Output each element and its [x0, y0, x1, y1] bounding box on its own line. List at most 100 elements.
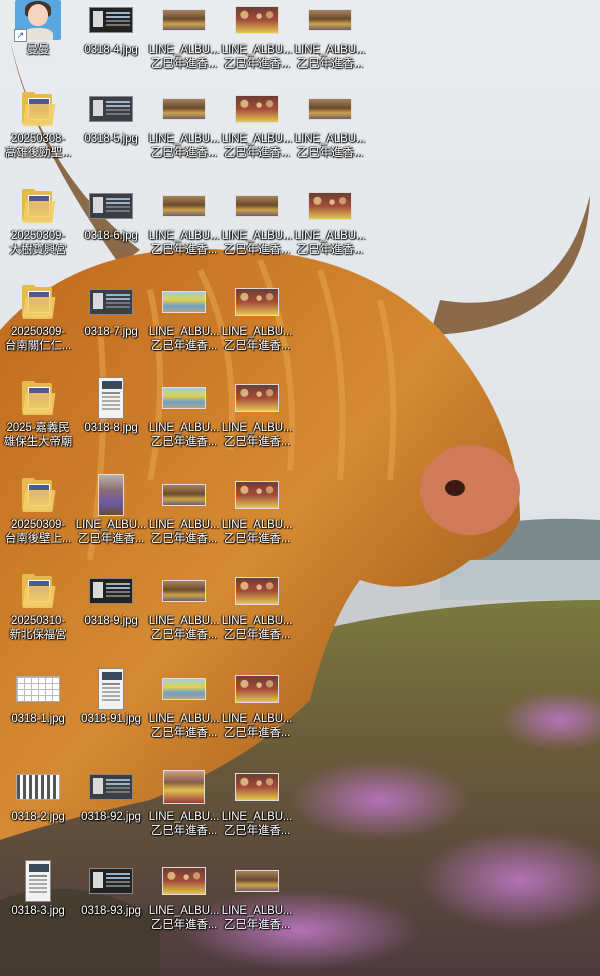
desktop-icon-label: LINE_ALBU... 乙巳年進香... [148, 133, 220, 159]
avatar-shortcut-icon: ↗ [8, 0, 68, 42]
desktop-icon[interactable]: LINE_ALBU... 乙巳年進香... [294, 186, 366, 276]
desktop-icon-label: LINE_ALBU... 乙巳年進香... [148, 811, 220, 837]
desktop-icon-label: 0318-9.jpg [84, 615, 138, 627]
desktop-icon[interactable]: LINE_ALBU... 乙巳年進香... [221, 475, 293, 565]
desktop-icon-label: 0318-6.jpg [84, 230, 138, 242]
desktop-icon[interactable]: LINE_ALBU... 乙巳年進香... [148, 186, 220, 276]
image-thumbnail-icon [8, 669, 68, 709]
desktop-icon[interactable]: 20250308- 高雄後勁聖... [2, 89, 74, 179]
folder-icon [8, 282, 68, 322]
desktop-icon[interactable]: LINE_ALBU... 乙巳年進香... [75, 474, 147, 565]
desktop-icon-label: 0318-2.jpg [11, 811, 65, 823]
photo-thumbnail-icon [154, 282, 214, 322]
desktop-icon-label: LINE_ALBU... 乙巳年進香... [148, 905, 220, 931]
desktop-icon[interactable]: 2025-嘉義民 雄保生大帝廟 [2, 378, 74, 468]
folder-icon [8, 378, 68, 418]
desktop-icon[interactable]: LINE_ALBU... 乙巳年進香... [148, 378, 220, 468]
desktop-icon[interactable]: LINE_ALBU... 乙巳年進香... [294, 0, 366, 90]
image-thumbnail-icon [81, 377, 141, 419]
photo-thumbnail-icon [227, 186, 287, 226]
photo-thumbnail-icon [227, 571, 287, 611]
desktop-icon[interactable]: LINE_ALBU... 乙巳年進香... [148, 767, 220, 857]
desktop-icon[interactable]: LINE_ALBU... 乙巳年進香... [148, 282, 220, 372]
desktop-icon[interactable]: 0318-4.jpg [75, 0, 147, 90]
desktop-icon[interactable]: LINE_ALBU... 乙巳年進香... [148, 0, 220, 90]
folder-icon [8, 475, 68, 515]
photo-thumbnail-icon [300, 89, 360, 129]
desktop-icon[interactable]: LINE_ALBU... 乙巳年進香... [221, 282, 293, 372]
shortcut-arrow-icon: ↗ [14, 29, 27, 42]
desktop-icon[interactable]: 0318-93.jpg [75, 861, 147, 951]
photo-thumbnail-icon [154, 571, 214, 611]
desktop-icon[interactable]: 20250309- 台南後壁上... [2, 475, 74, 565]
image-thumbnail-icon [81, 861, 141, 901]
desktop-icon[interactable]: LINE_ALBU... 乙巳年進香... [221, 89, 293, 179]
desktop-icon[interactable]: LINE_ALBU... 乙巳年進香... [221, 669, 293, 759]
desktop-icon[interactable]: 20250310- 新北保福宮 [2, 571, 74, 661]
desktop-icon[interactable]: 0318-2.jpg [2, 767, 74, 857]
desktop-icon[interactable]: 0318-9.jpg [75, 571, 147, 661]
desktop-icon[interactable]: 0318-5.jpg [75, 89, 147, 179]
photo-thumbnail-icon [154, 378, 214, 418]
desktop-icon[interactable]: LINE_ALBU... 乙巳年進香... [148, 571, 220, 661]
image-thumbnail-icon [8, 860, 68, 902]
desktop-icon[interactable]: 0318-3.jpg [2, 860, 74, 951]
desktop-icon[interactable]: LINE_ALBU... 乙巳年進香... [221, 861, 293, 951]
desktop-icon-label: LINE_ALBU... 乙巳年進香... [221, 519, 293, 545]
desktop-icon-label: LINE_ALBU... 乙巳年進香... [75, 519, 147, 545]
desktop-icon-label: LINE_ALBU... 乙巳年進香... [148, 422, 220, 448]
photo-thumbnail-icon [227, 282, 287, 322]
desktop-icon-label: LINE_ALBU... 乙巳年進香... [148, 230, 220, 256]
photo-thumbnail-icon [81, 474, 141, 516]
photo-thumbnail-icon [227, 378, 287, 418]
photo-thumbnail-icon [154, 186, 214, 226]
desktop-icon-label: 20250308- 高雄後勁聖... [4, 133, 72, 159]
desktop-icon[interactable]: 0318-8.jpg [75, 377, 147, 468]
desktop-icon[interactable]: LINE_ALBU... 乙巳年進香... [148, 89, 220, 179]
desktop-icon-label: LINE_ALBU... 乙巳年進香... [148, 326, 220, 352]
desktop-icon[interactable]: LINE_ALBU... 乙巳年進香... [221, 571, 293, 661]
photo-thumbnail-icon [154, 861, 214, 901]
desktop-icon-label: LINE_ALBU... 乙巳年進香... [221, 811, 293, 837]
desktop-icon[interactable]: LINE_ALBU... 乙巳年進香... [148, 861, 220, 951]
desktop-icon[interactable]: LINE_ALBU... 乙巳年進香... [221, 767, 293, 857]
desktop-icon[interactable]: 0318-92.jpg [75, 767, 147, 857]
desktop-icon[interactable]: 20250309- 台南關仁仁... [2, 282, 74, 372]
image-thumbnail-icon [81, 668, 141, 710]
desktop-icon-label: 0318-93.jpg [81, 905, 141, 917]
desktop-icon[interactable]: LINE_ALBU... 乙巳年進香... [221, 0, 293, 90]
image-thumbnail-icon [81, 0, 141, 40]
desktop-icon[interactable]: 0318-91.jpg [75, 668, 147, 759]
desktop-icon[interactable]: LINE_ALBU... 乙巳年進香... [148, 475, 220, 565]
desktop-icon-label: 0318-7.jpg [84, 326, 138, 338]
desktop-icon[interactable]: 0318-6.jpg [75, 186, 147, 276]
desktop-icon-label: LINE_ALBU... 乙巳年進香... [294, 230, 366, 256]
photo-thumbnail-icon [227, 861, 287, 901]
desktop-icon-label: 0318-92.jpg [81, 811, 141, 823]
photo-thumbnail-icon [154, 475, 214, 515]
photo-thumbnail-icon [154, 0, 214, 40]
desktop-icon[interactable]: LINE_ALBU... 乙巳年進香... [221, 378, 293, 468]
desktop-icon-label: 曼曼 [26, 44, 50, 56]
desktop-icon-label: 20250309- 台南後壁上... [4, 519, 72, 545]
photo-thumbnail-icon [154, 767, 214, 807]
desktop-icon-label: 0318-3.jpg [11, 905, 65, 917]
desktop-icon-label: LINE_ALBU... 乙巳年進香... [221, 713, 293, 739]
desktop-icon-label: LINE_ALBU... 乙巳年進香... [221, 326, 293, 352]
desktop-icon[interactable]: LINE_ALBU... 乙巳年進香... [294, 89, 366, 179]
desktop-icon[interactable]: LINE_ALBU... 乙巳年進香... [148, 669, 220, 759]
desktop-icon-label: 20250310- 新北保福宮 [9, 615, 67, 641]
desktop-icon[interactable]: 0318-1.jpg [2, 669, 74, 759]
desktop-icon-label: 0318-8.jpg [84, 422, 138, 434]
desktop-icon-label: 20250309- 台南關仁仁... [4, 326, 72, 352]
image-thumbnail-icon [8, 767, 68, 807]
desktop-icon-label: LINE_ALBU... 乙巳年進香... [221, 905, 293, 931]
desktop-icon-label: LINE_ALBU... 乙巳年進香... [294, 133, 366, 159]
desktop-icon-grid: ↗ 曼曼 0318-4.jpg LINE_ALBU... 乙巳年進香... LINE_A… [0, 0, 600, 976]
desktop-icon[interactable]: 20250309- 大樹寶興宮 [2, 186, 74, 276]
desktop-icon[interactable]: ↗ 曼曼 [2, 0, 74, 90]
desktop-icon[interactable]: LINE_ALBU... 乙巳年進香... [221, 186, 293, 276]
desktop-icon[interactable]: 0318-7.jpg [75, 282, 147, 372]
image-thumbnail-icon [81, 767, 141, 807]
photo-thumbnail-icon [227, 0, 287, 40]
